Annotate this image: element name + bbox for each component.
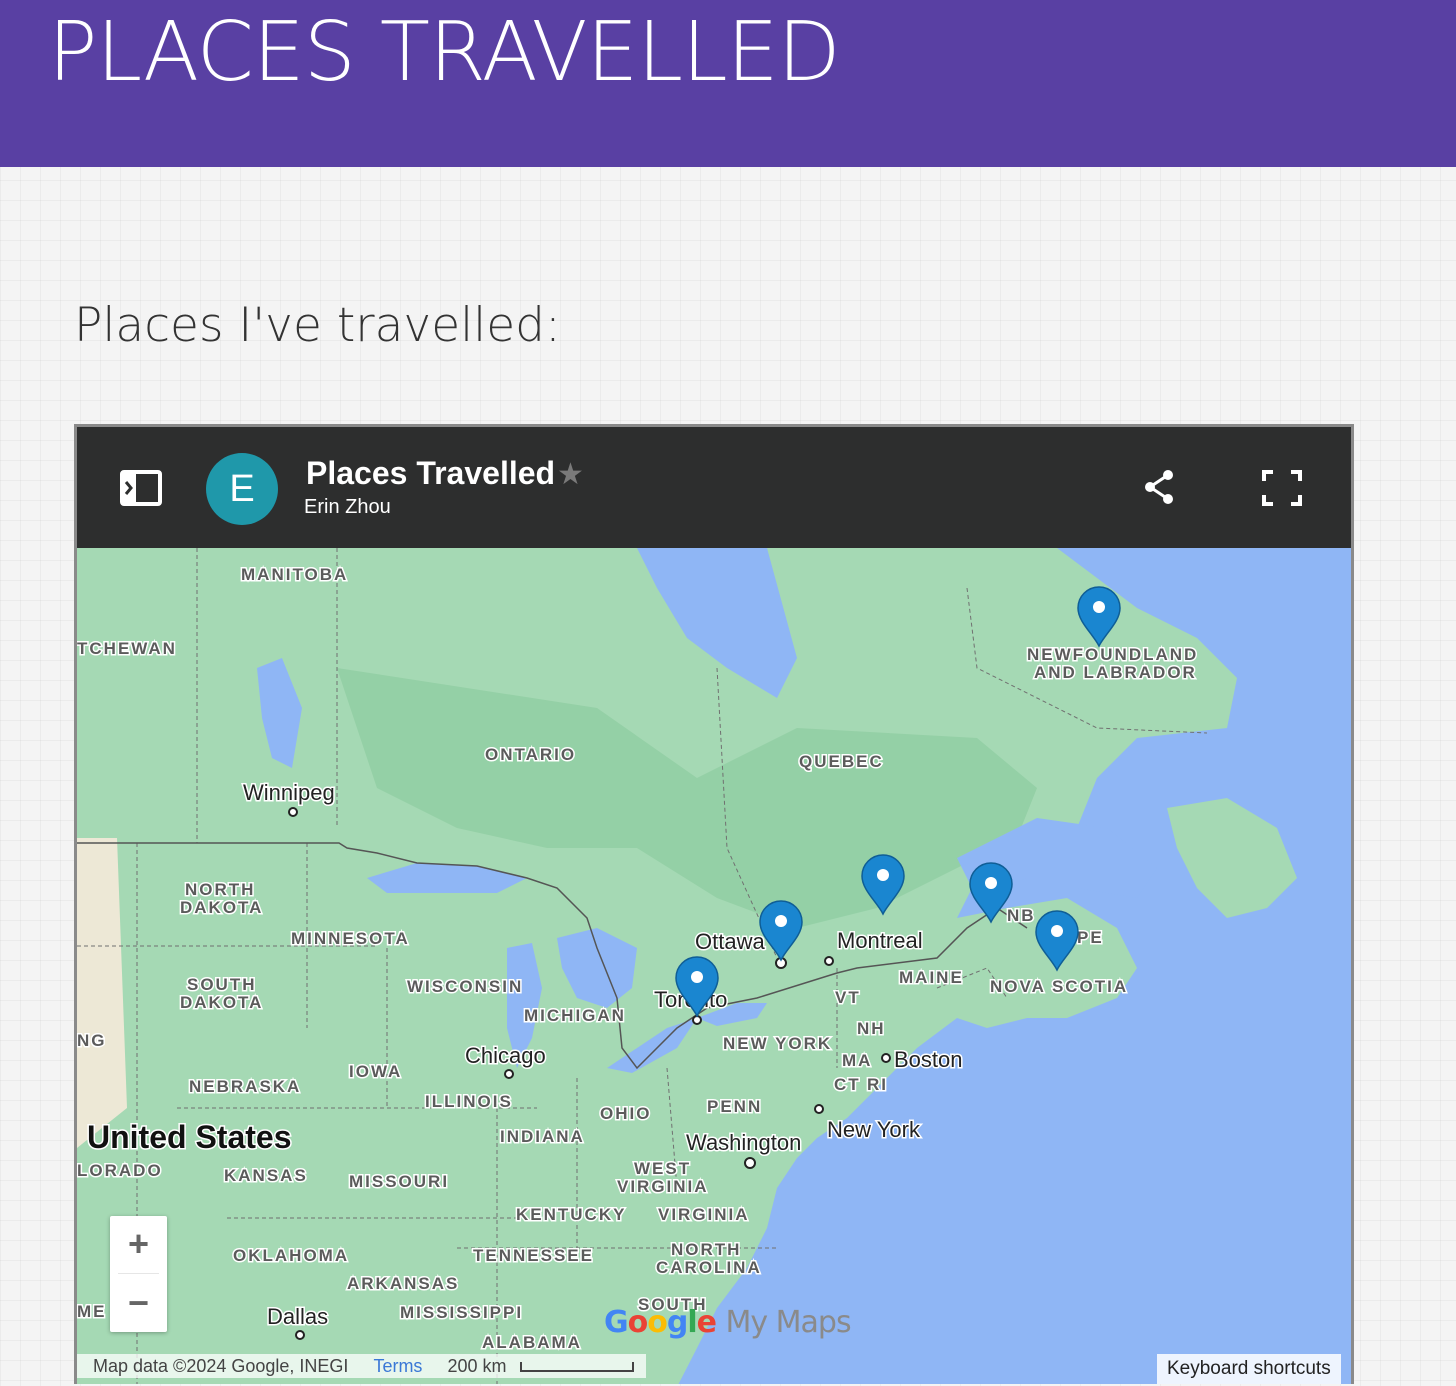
share-icon bbox=[1145, 470, 1173, 504]
label-nl-line2: AND LABRADOR bbox=[1034, 663, 1197, 682]
fullscreen-icon bbox=[1262, 470, 1302, 506]
sidebar-toggle-button[interactable] bbox=[119, 469, 163, 507]
label-nl-line1: NEWFOUNDLAND bbox=[1027, 645, 1198, 664]
star-icon[interactable]: ★ bbox=[557, 457, 584, 492]
label-ohio: OHIO bbox=[600, 1104, 651, 1123]
label-dallas: Dallas bbox=[267, 1304, 328, 1329]
label-iowa: IOWA bbox=[349, 1062, 402, 1081]
label-saskatchewan: TCHEWAN bbox=[77, 639, 177, 658]
map-svg: MANITOBA TCHEWAN ONTARIO QUEBEC NEWFOUND… bbox=[77, 548, 1351, 1384]
label-washington: Washington bbox=[686, 1130, 801, 1155]
google-my-maps-logo: Google My Maps bbox=[604, 1305, 852, 1340]
label-michigan: MICHIGAN bbox=[524, 1006, 626, 1025]
attribution-text: Map data ©2024 Google, INEGI bbox=[93, 1356, 349, 1376]
site-header: PLACES TRAVELLED bbox=[0, 0, 1456, 167]
map-author: Erin Zhou bbox=[304, 496, 391, 518]
label-maine: MAINE bbox=[899, 968, 964, 987]
label-nebraska: NEBRASKA bbox=[189, 1077, 301, 1096]
city-dot-washington bbox=[744, 1157, 756, 1169]
label-north-carolina-2: CAROLINA bbox=[656, 1258, 762, 1277]
my-maps-text: My Maps bbox=[725, 1305, 851, 1340]
zoom-out-button[interactable]: − bbox=[110, 1275, 167, 1332]
label-missouri: MISSOURI bbox=[349, 1172, 449, 1191]
label-illinois: ILLINOIS bbox=[425, 1092, 513, 1111]
label-virginia: VIRGINIA bbox=[658, 1205, 750, 1224]
terms-link[interactable]: Terms bbox=[373, 1356, 422, 1376]
scale-bar bbox=[519, 1362, 634, 1373]
label-united-states: United States bbox=[87, 1119, 291, 1155]
map-toolbar: E Places Travelled ★ Erin Zhou bbox=[77, 427, 1351, 548]
label-south-dakota-2: DAKOTA bbox=[180, 993, 263, 1012]
label-wisconsin: WISCONSIN bbox=[407, 977, 523, 996]
label-north-dakota-1: NORTH bbox=[185, 880, 255, 899]
city-dot-boston bbox=[881, 1053, 891, 1063]
label-new-mexico: ME bbox=[77, 1302, 107, 1321]
city-dot-montreal bbox=[824, 956, 834, 966]
zoom-in-button[interactable]: + bbox=[110, 1216, 167, 1273]
label-wyoming: NG bbox=[77, 1031, 107, 1050]
site-title: PLACES TRAVELLED bbox=[48, 5, 841, 100]
embedded-map[interactable]: E Places Travelled ★ Erin Zhou MANITOBA … bbox=[74, 424, 1354, 1384]
city-dot-chicago bbox=[504, 1069, 514, 1079]
label-south-dakota-1: SOUTH bbox=[187, 975, 257, 994]
label-ct: CT bbox=[834, 1075, 861, 1094]
label-quebec: QUEBEC bbox=[799, 752, 884, 771]
sidebar-toggle-icon bbox=[120, 470, 162, 506]
city-dot-new-york bbox=[814, 1104, 824, 1114]
label-manitoba: MANITOBA bbox=[241, 565, 348, 584]
label-nh: NH bbox=[857, 1019, 886, 1038]
label-arkansas: ARKANSAS bbox=[347, 1274, 459, 1293]
label-nova-scotia: NOVA SCOTIA bbox=[990, 977, 1128, 996]
avatar[interactable]: E bbox=[206, 453, 278, 525]
label-kansas: KANSAS bbox=[224, 1166, 308, 1185]
map-attribution: Map data ©2024 Google, INEGI Terms 200 k… bbox=[77, 1354, 646, 1378]
label-oklahoma: OKLAHOMA bbox=[233, 1246, 349, 1265]
share-button[interactable] bbox=[1140, 467, 1180, 507]
zoom-divider bbox=[118, 1273, 159, 1274]
map-canvas[interactable]: MANITOBA TCHEWAN ONTARIO QUEBEC NEWFOUND… bbox=[77, 548, 1351, 1384]
label-tennessee: TENNESSEE bbox=[473, 1246, 594, 1265]
label-boston: Boston bbox=[894, 1047, 963, 1072]
label-penn: PENN bbox=[707, 1097, 762, 1116]
fullscreen-button[interactable] bbox=[1261, 469, 1303, 507]
label-north-carolina-1: NORTH bbox=[671, 1240, 741, 1259]
label-new-york-state: NEW YORK bbox=[723, 1034, 832, 1053]
label-nb: NB bbox=[1007, 906, 1036, 925]
label-west-virginia-1: WEST bbox=[634, 1159, 691, 1178]
label-kentucky: KENTUCKY bbox=[516, 1205, 626, 1224]
label-vt: VT bbox=[835, 988, 861, 1007]
label-pe: PE bbox=[1077, 928, 1104, 947]
label-new-york-city: New York bbox=[827, 1117, 921, 1142]
label-colorado: LORADO bbox=[77, 1161, 163, 1180]
label-chicago: Chicago bbox=[465, 1043, 546, 1068]
map-title: Places Travelled bbox=[306, 455, 556, 491]
label-west-virginia-2: VIRGINIA bbox=[617, 1177, 709, 1196]
label-mississippi: MISSISSIPPI bbox=[400, 1303, 523, 1322]
label-alabama: ALABAMA bbox=[482, 1333, 582, 1352]
section-heading: Places I've travelled: bbox=[74, 298, 561, 353]
city-dot-dallas bbox=[295, 1330, 305, 1340]
zoom-controls: + − bbox=[110, 1216, 167, 1332]
label-indiana: INDIANA bbox=[500, 1127, 585, 1146]
label-ontario: ONTARIO bbox=[485, 745, 576, 764]
label-ottawa: Ottawa bbox=[695, 929, 765, 954]
label-ri: RI bbox=[867, 1075, 888, 1094]
label-montreal: Montreal bbox=[837, 928, 923, 953]
label-ma: MA bbox=[842, 1051, 872, 1070]
city-dot-winnipeg bbox=[288, 807, 298, 817]
label-minnesota: MINNESOTA bbox=[291, 929, 410, 948]
scale-label[interactable]: 200 km bbox=[447, 1356, 506, 1376]
keyboard-shortcuts-button[interactable]: Keyboard shortcuts bbox=[1157, 1354, 1341, 1384]
label-winnipeg: Winnipeg bbox=[243, 780, 335, 805]
label-north-dakota-2: DAKOTA bbox=[180, 898, 263, 917]
